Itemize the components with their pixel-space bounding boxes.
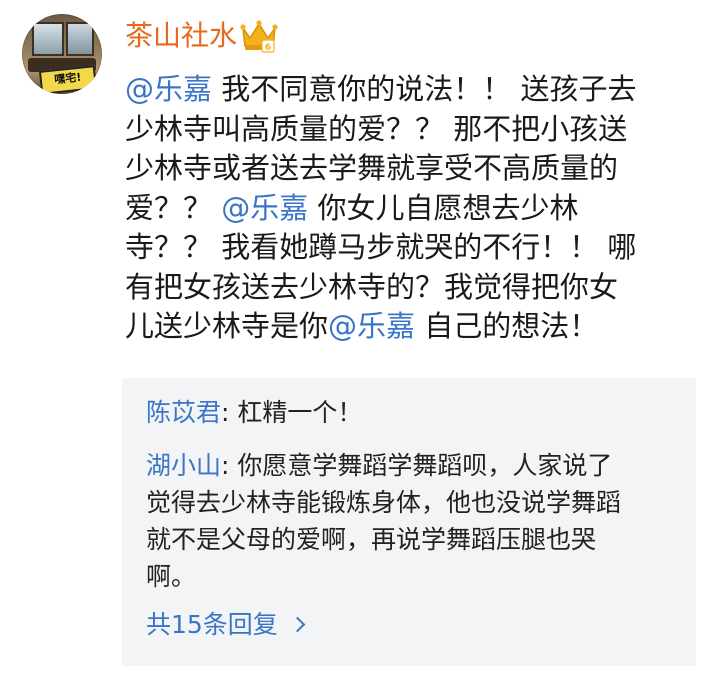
post-text: 儿送少林寺是你 — [125, 309, 329, 343]
chevron-right-icon — [289, 616, 306, 633]
avatar-window-graphic-2 — [66, 22, 94, 56]
post-author-name[interactable]: 茶山社水 — [125, 18, 237, 54]
replies-panel: 陈苡君: 杠精一个！ 湖小山: 你愿意学舞蹈学舞蹈呗，人家说了觉得去少林寺能锻炼… — [122, 378, 696, 666]
reply-line: 觉得去少林寺能锻炼身体，他也没说学舞蹈 — [146, 484, 676, 521]
post-content-line: 爱？？ @乐嘉 你女儿自愿想去少林 — [125, 189, 695, 229]
reply-text: : 杠精一个！ — [221, 398, 363, 427]
avatar[interactable]: 嘿宅! — [22, 14, 102, 94]
post-text: 少林寺或者送去学舞就享受不高质量的 — [125, 151, 619, 185]
post-content-line: 少林寺叫高质量的爱？？ 那不把小孩送 — [125, 110, 695, 150]
post-text: 自己的想法！ — [415, 309, 599, 343]
reply-item: 陈苡君: 杠精一个！ — [146, 394, 676, 431]
reply-line: 啊。 — [146, 558, 676, 595]
more-replies-label[interactable]: 共15条回复 — [146, 610, 278, 639]
svg-text:6: 6 — [265, 43, 271, 53]
post-text: 寺？？ 我看她蹲马步就哭的不行！！ 哪 — [125, 230, 637, 264]
weibo-post: 嘿宅! 茶山社水 6 @乐嘉 我不同意你的说法！！ 送孩子去 少林寺叫高质量的爱？… — [0, 0, 719, 677]
reply-author-name[interactable]: 湖小山 — [146, 451, 221, 480]
post-content-line: 少林寺或者送去学舞就享受不高质量的 — [125, 149, 695, 189]
reply-line: 陈苡君: 杠精一个！ — [146, 394, 676, 431]
reply-text: 啊。 — [146, 562, 197, 591]
reply-text: 就不是父母的爱啊，再说学舞蹈压腿也哭 — [146, 525, 597, 554]
post-content-line: @乐嘉 我不同意你的说法！！ 送孩子去 — [125, 70, 695, 110]
post-content-line: 有把女孩送去少林寺的？我觉得把你女 — [125, 268, 695, 308]
reply-text: : 你愿意学舞蹈学舞蹈呗，人家说了 — [221, 451, 613, 480]
avatar-window-graphic — [32, 22, 64, 56]
reply-item: 湖小山: 你愿意学舞蹈学舞蹈呗，人家说了觉得去少林寺能锻炼身体，他也没说学舞蹈就… — [146, 447, 676, 595]
reply-author-name[interactable]: 陈苡君 — [146, 398, 221, 427]
reply-line: 就不是父母的爱啊，再说学舞蹈压腿也哭 — [146, 521, 676, 558]
post-content: @乐嘉 我不同意你的说法！！ 送孩子去 少林寺叫高质量的爱？？ 那不把小孩送 少林寺… — [125, 70, 695, 347]
avatar-sticker: 嘿宅! — [38, 65, 98, 94]
post-content-line: 儿送少林寺是你@乐嘉 自己的想法！ — [125, 307, 695, 347]
post-content-line: 寺？？ 我看她蹲马步就哭的不行！！ 哪 — [125, 228, 695, 268]
more-replies-link[interactable]: 共15条回复 — [146, 607, 306, 643]
vip-crown-icon: 6 — [240, 20, 278, 53]
reply-line: 湖小山: 你愿意学舞蹈学舞蹈呗，人家说了 — [146, 447, 676, 484]
post-text: 你女儿自愿想去少林 — [308, 190, 579, 225]
mention-link[interactable]: @乐嘉 — [125, 72, 212, 106]
post-text: 我不同意你的说法！！ 送孩子去 — [212, 72, 637, 106]
post-text: 有把女孩送去少林寺的？我觉得把你女 — [125, 269, 619, 304]
mention-link[interactable]: @乐嘉 — [328, 309, 415, 343]
mention-link[interactable]: @乐嘉 — [221, 191, 308, 225]
post-text: 爱？？ — [125, 190, 222, 225]
reply-text: 觉得去少林寺能锻炼身体，他也没说学舞蹈 — [146, 488, 622, 517]
post-text: 少林寺叫高质量的爱？？ 那不把小孩送 — [125, 111, 628, 146]
